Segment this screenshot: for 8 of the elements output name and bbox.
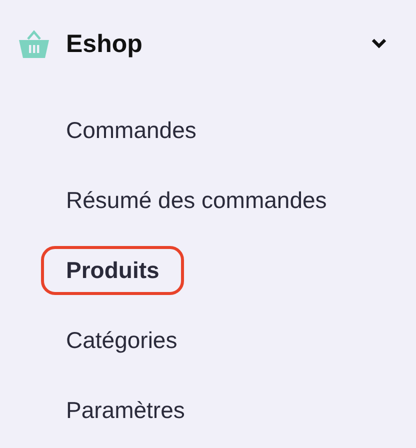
basket-icon [18,29,50,59]
menu-item[interactable]: Résumé des commandes [41,176,352,224]
menu-item[interactable]: Commandes [41,106,222,154]
section-title[interactable]: Eshop [66,30,371,58]
menu-item[interactable]: Produits [41,246,184,294]
chevron-icon[interactable] [371,38,387,50]
menu-item[interactable]: Paramètres [41,386,210,434]
menu-item[interactable]: Catégories [41,316,202,364]
